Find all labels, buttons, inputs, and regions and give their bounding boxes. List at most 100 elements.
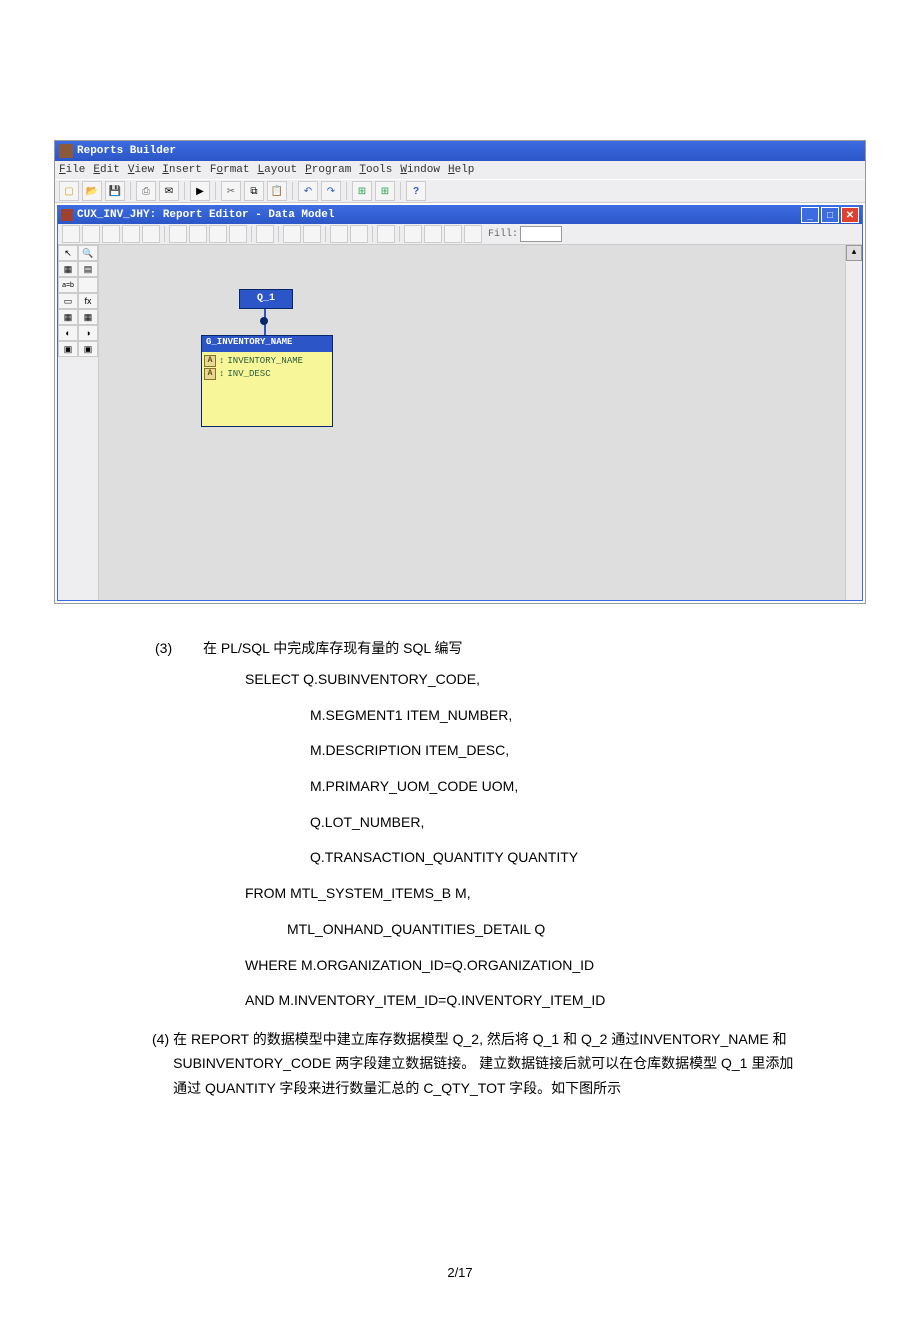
p4[interactable]: ▤ (78, 261, 98, 277)
field-name: INVENTORY_NAME (227, 356, 303, 366)
group-header: G_INVENTORY_NAME (202, 336, 332, 352)
redo-button[interactable]: ↷ (321, 181, 341, 201)
scroll-up-button[interactable]: ▴ (846, 245, 862, 261)
tool1-button[interactable]: ⊞ (352, 181, 372, 201)
group-box[interactable]: G_INVENTORY_NAME A ↕ INVENTORY_NAME A ↕ … (201, 335, 333, 427)
link-dot (260, 317, 268, 325)
field-icon: A (204, 355, 216, 367)
magnify-tool[interactable]: 🔍 (78, 245, 98, 261)
item4-text: 在 REPORT 的数据模型中建立库存数据模型 Q_2, 然后将 Q_1 和 Q… (173, 1027, 800, 1101)
nav-last[interactable] (464, 225, 482, 243)
menu-layout[interactable]: Layout (258, 164, 298, 176)
sql-line: SELECT Q.SUBINVENTORY_CODE, (245, 662, 800, 698)
menu-help[interactable]: Help (448, 164, 474, 176)
p11[interactable]: ◐ (58, 325, 78, 341)
p7[interactable]: ▭ (58, 293, 78, 309)
minimize-button[interactable]: _ (801, 207, 819, 223)
view2-button[interactable] (82, 225, 100, 243)
canvas-area: ↖🔍 ▦▤ a=b ▭fx ▦▦ ◐◑ ▣▣ Q_1 G_INVENTORY_N… (58, 245, 862, 600)
undo-button[interactable]: ↶ (298, 181, 318, 201)
paste-button[interactable]: 📋 (267, 181, 287, 201)
vertical-scrollbar[interactable]: ▴ (845, 245, 862, 600)
menu-window[interactable]: Window (400, 164, 440, 176)
menu-file[interactable]: File (59, 164, 85, 176)
field-name: INV_DESC (227, 369, 270, 379)
view3-button[interactable] (102, 225, 120, 243)
query-node[interactable]: Q_1 (239, 289, 293, 309)
p12[interactable]: ◑ (78, 325, 98, 341)
tool-b[interactable] (189, 225, 207, 243)
sql-line: M.PRIMARY_UOM_CODE UOM, (310, 769, 800, 805)
run-button[interactable]: ▶ (190, 181, 210, 201)
field-arrow-icon: ↕ (219, 369, 224, 379)
item3-number: (3) (155, 634, 203, 662)
view1-button[interactable] (62, 225, 80, 243)
fill-label: Fill: (488, 229, 518, 240)
item3-text: 在 PL/SQL 中完成库存现有量的 SQL 编写 (203, 634, 463, 662)
p8[interactable]: fx (78, 293, 98, 309)
tool-f[interactable] (283, 225, 301, 243)
pointer-tool[interactable]: ↖ (58, 245, 78, 261)
p9[interactable]: ▦ (58, 309, 78, 325)
app-title: Reports Builder (77, 145, 176, 157)
menu-tools[interactable]: Tools (359, 164, 392, 176)
p10[interactable]: ▦ (78, 309, 98, 325)
screenshot: Reports Builder File Edit View Insert Fo… (54, 140, 866, 604)
data-model-canvas[interactable]: Q_1 G_INVENTORY_NAME A ↕ INVENTORY_NAME (99, 245, 845, 600)
mail-button[interactable]: ✉ (159, 181, 179, 201)
tool2-button[interactable]: ⊞ (375, 181, 395, 201)
tool-c[interactable] (209, 225, 227, 243)
editor-window: CUX_INV_JHY: Report Editor - Data Model … (57, 205, 863, 601)
p13[interactable]: ▣ (58, 341, 78, 357)
tool-d[interactable] (229, 225, 247, 243)
view5-button[interactable] (142, 225, 160, 243)
tool-i[interactable] (350, 225, 368, 243)
print-button[interactable]: ⎙ (136, 181, 156, 201)
sql-line: MTL_ONHAND_QUANTITIES_DETAIL Q (287, 912, 800, 948)
menu-format[interactable]: Format (210, 164, 250, 176)
field-arrow-icon: ↕ (219, 356, 224, 366)
sql-line: M.SEGMENT1 ITEM_NUMBER, (310, 698, 800, 734)
editor-icon (61, 209, 73, 221)
p3[interactable]: ▦ (58, 261, 78, 277)
tool-e[interactable] (256, 225, 274, 243)
open-button[interactable]: 📂 (82, 181, 102, 201)
save-button[interactable]: 💾 (105, 181, 125, 201)
cut-button[interactable]: ✂ (221, 181, 241, 201)
maximize-button[interactable]: □ (821, 207, 839, 223)
tool-h[interactable] (330, 225, 348, 243)
close-button[interactable]: ✕ (841, 207, 859, 223)
sql-line: Q.LOT_NUMBER, (310, 805, 800, 841)
p6[interactable] (78, 277, 98, 293)
sql-line: Q.TRANSACTION_QUANTITY QUANTITY (310, 840, 800, 876)
tool-j[interactable] (377, 225, 395, 243)
p5[interactable]: a=b (58, 277, 78, 293)
menu-view[interactable]: View (128, 164, 154, 176)
fill-input[interactable] (520, 226, 562, 242)
copy-button[interactable]: ⧉ (244, 181, 264, 201)
p14[interactable]: ▣ (78, 341, 98, 357)
nav-next[interactable] (444, 225, 462, 243)
sql-line: AND M.INVENTORY_ITEM_ID=Q.INVENTORY_ITEM… (245, 983, 800, 1019)
nav-first[interactable] (404, 225, 422, 243)
field-icon: A (204, 368, 216, 380)
tool-g[interactable] (303, 225, 321, 243)
editor-titlebar: CUX_INV_JHY: Report Editor - Data Model … (58, 206, 862, 224)
sql-block: SELECT Q.SUBINVENTORY_CODE, M.SEGMENT1 I… (245, 662, 800, 1019)
help-button[interactable]: ? (406, 181, 426, 201)
view4-button[interactable] (122, 225, 140, 243)
menubar: File Edit View Insert Format Layout Prog… (55, 161, 865, 179)
menu-insert[interactable]: Insert (162, 164, 202, 176)
menu-edit[interactable]: Edit (93, 164, 119, 176)
field-row[interactable]: A ↕ INVENTORY_NAME (204, 354, 330, 367)
tool-palette: ↖🔍 ▦▤ a=b ▭fx ▦▦ ◐◑ ▣▣ (58, 245, 99, 600)
item4-number: (4) (152, 1027, 169, 1101)
field-row[interactable]: A ↕ INV_DESC (204, 367, 330, 380)
app-titlebar: Reports Builder (55, 141, 865, 161)
nav-prev[interactable] (424, 225, 442, 243)
editor-toolbar: Fill: (58, 224, 862, 245)
new-button[interactable]: ▢ (59, 181, 79, 201)
page-footer: 2/17 (0, 1265, 920, 1320)
tool-a[interactable] (169, 225, 187, 243)
menu-program[interactable]: Program (305, 164, 351, 176)
